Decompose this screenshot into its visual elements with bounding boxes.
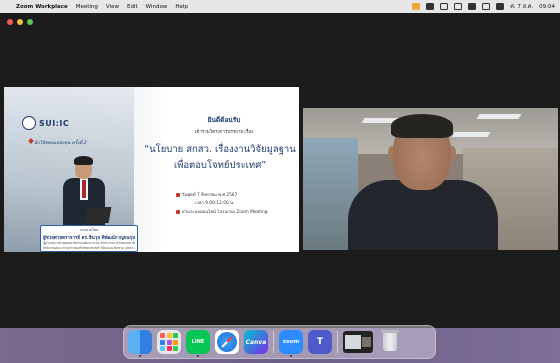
control-center-icon[interactable]: [496, 3, 505, 10]
logo-mark-icon: [22, 116, 36, 130]
window-controls: [7, 19, 33, 25]
participant-hair: [391, 114, 453, 138]
dock-safari[interactable]: [215, 330, 239, 354]
canva-icon: Canva: [245, 338, 267, 346]
dock-line[interactable]: LINE: [186, 330, 210, 357]
menu-bar: Zoom Workplace Meeting View Edit Window …: [0, 0, 560, 13]
screen-share-icon[interactable]: [440, 3, 449, 10]
sui-ic-logo: SUI:IC: [22, 116, 69, 130]
speaker-name: ผู้ช่วยศาสตราจารย์ ดร.ชินวุธ พิพัฒน์กาญจ…: [42, 236, 135, 241]
minimize-window-button[interactable]: [17, 19, 23, 25]
menu-window[interactable]: Window: [146, 4, 168, 10]
dock-finder[interactable]: [128, 330, 152, 357]
menu-help[interactable]: Help: [175, 4, 188, 10]
status-tray: ศ. 7 ส.ค. 09:04: [412, 3, 560, 11]
menu-view[interactable]: View: [106, 4, 119, 10]
wifi-icon[interactable]: [468, 3, 477, 10]
date-label[interactable]: ศ. 7 ส.ค.: [510, 3, 533, 11]
zoom-icon: zoom: [282, 339, 300, 345]
dock: LINE Canva zoom T: [123, 325, 436, 359]
notification-icon[interactable]: [412, 3, 421, 10]
time-row: เวลา 9.00-12.00 น.: [195, 201, 235, 206]
time-label[interactable]: 09:04: [539, 4, 555, 10]
battery-icon[interactable]: [454, 3, 463, 10]
app-menu[interactable]: Zoom Workplace: [16, 4, 68, 10]
welcome-heading: ยินดีต้อนรับ: [207, 116, 241, 124]
dock-launchpad[interactable]: [157, 330, 181, 354]
speaker-position-2: สำนักงานคณะกรรมการส่งเสริมวิทยาศาสตร์ วิ…: [42, 245, 136, 250]
calendar-icon: [176, 192, 180, 197]
dock-teams[interactable]: T: [308, 330, 332, 354]
dock-canva[interactable]: Canva: [244, 330, 268, 354]
shared-screen-slide[interactable]: SUI:IC นักวิจัยพบแหล่งทุน ครั้งที่ 2 บรร…: [4, 87, 299, 252]
menu-meeting[interactable]: Meeting: [76, 4, 98, 10]
trash-icon: [381, 330, 399, 351]
lecture-title-line-1: “นโยบาย สกสว. เรื่องงานวิจัยมูลฐาน: [144, 144, 296, 155]
search-icon[interactable]: [482, 3, 491, 10]
launchpad-icon: [160, 333, 178, 351]
fullscreen-window-button[interactable]: [27, 19, 33, 25]
date-row: วันพุธที่ 7 สิงหาคม พ.ศ.2567: [176, 191, 237, 198]
lecture-title-line-2: เพื่อตอบโจทย์ประเทศ”: [173, 160, 267, 171]
zoom-logo-icon: [176, 209, 180, 214]
running-indicator: [290, 355, 292, 357]
ceiling-light: [476, 114, 522, 119]
teams-icon: T: [316, 337, 324, 347]
safari-compass-icon: [217, 332, 237, 352]
dock-separator: [337, 331, 338, 353]
invite-text: เข้าร่วมโครงการบรรยาย เรื่อง: [194, 130, 254, 135]
dock-trash[interactable]: [378, 330, 402, 354]
laptop-image: [84, 207, 112, 223]
participant-video[interactable]: [303, 108, 558, 250]
dock-separator: [273, 331, 274, 353]
platform-row: ผ่านระบบออนไลน์ โปรแกรม Zoom Meeting: [176, 208, 267, 215]
close-window-button[interactable]: [7, 19, 13, 25]
zoom-tray-icon[interactable]: [426, 3, 435, 10]
speaker-role: บรรยายโดย: [79, 228, 99, 232]
running-indicator: [197, 355, 199, 357]
line-icon: LINE: [191, 339, 205, 345]
ceiling-light: [451, 132, 491, 137]
series-label: นักวิจัยพบแหล่งทุน ครั้งที่ 2: [34, 141, 87, 146]
participant-body: [348, 180, 498, 250]
menu-edit[interactable]: Edit: [127, 4, 138, 10]
dock-minimized-zoom-window[interactable]: [343, 331, 373, 353]
running-indicator: [139, 355, 141, 357]
dock-zoom[interactable]: zoom: [279, 330, 303, 357]
speaker-info-box: บรรยายโดย ผู้ช่วยศาสตราจารย์ ดร.ชินวุธ พ…: [40, 225, 138, 252]
